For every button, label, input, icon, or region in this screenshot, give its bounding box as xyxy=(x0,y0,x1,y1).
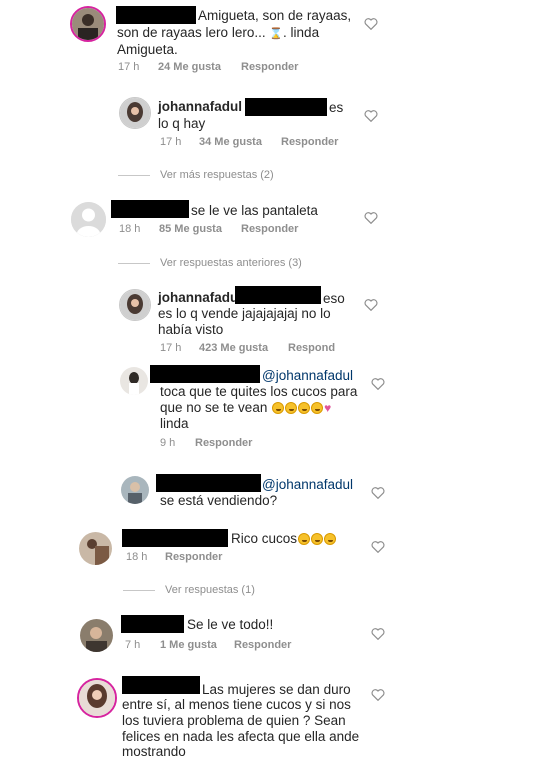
reply-button[interactable]: Responder xyxy=(195,437,252,450)
comment-text: es xyxy=(329,100,344,115)
emoji-icon xyxy=(298,533,311,546)
reply-button[interactable]: Responder xyxy=(165,551,222,564)
avatar[interactable] xyxy=(71,202,106,237)
view-replies[interactable]: Ver respuestas (1) xyxy=(123,584,255,597)
grin-emoji-icon xyxy=(311,402,324,415)
comment-time: 17 h xyxy=(160,136,182,148)
heart-outline-icon[interactable] xyxy=(371,486,385,499)
likes-count[interactable]: 423 Me gusta xyxy=(199,342,268,355)
redacted-username xyxy=(122,529,228,547)
grin-emoji-icon xyxy=(285,402,298,415)
reply-button[interactable]: Responder xyxy=(234,639,291,652)
comment-text: mostrando xyxy=(122,744,186,759)
comment-text: son de rayaas lero lero... ⌛. linda xyxy=(117,25,320,40)
likes-count[interactable]: 34 Me gusta xyxy=(199,136,262,149)
redacted-username xyxy=(121,615,184,633)
comment-text: Amigueta, son de rayaas, xyxy=(198,8,352,23)
username[interactable]: johannafadul xyxy=(158,290,242,306)
comment-text: eso xyxy=(323,291,345,306)
redacted-username xyxy=(111,200,189,218)
comment-text: Amigueta. xyxy=(117,42,178,57)
comment-time: 17 h xyxy=(160,342,182,354)
heart-outline-icon[interactable] xyxy=(364,109,378,122)
redacted-username xyxy=(235,286,321,304)
likes-count[interactable]: 1 Me gusta xyxy=(160,639,217,652)
heart-outline-icon[interactable] xyxy=(371,540,385,553)
heart-emoji-icon: ♥ xyxy=(324,401,332,415)
redacted-username xyxy=(116,6,196,24)
heart-outline-icon[interactable] xyxy=(371,688,385,701)
comment-text: que no se te vean ♥ xyxy=(160,400,332,415)
comment-time: 7 h xyxy=(125,639,141,651)
mention-link[interactable]: @johannafadul xyxy=(262,477,353,493)
comment-time: 17 h xyxy=(118,61,140,73)
redacted-username xyxy=(156,474,261,492)
avatar[interactable] xyxy=(77,678,117,718)
avatar[interactable] xyxy=(119,289,151,321)
avatar[interactable] xyxy=(70,6,106,42)
view-more-replies[interactable]: Ver más respuestas (2) xyxy=(118,169,274,182)
likes-count[interactable]: 85 Me gusta xyxy=(159,223,222,236)
redacted-username xyxy=(122,676,200,694)
comment-text: entre sí, al menos tiene cucos y si nos xyxy=(122,697,351,712)
comment-time: 18 h xyxy=(119,223,141,235)
reply-button[interactable]: Responder xyxy=(241,61,298,74)
comment-time: 18 h xyxy=(126,551,148,563)
redacted-username xyxy=(245,98,327,116)
emoji-icon xyxy=(324,533,337,546)
comment-text: Rico cucos xyxy=(231,531,337,547)
mention-link[interactable]: @johannafadul xyxy=(262,368,353,384)
comment-text: Se le ve todo!! xyxy=(187,617,274,632)
comment-text: los tuviera problema de quien ? Sean xyxy=(122,713,346,728)
reply-button[interactable]: Responder xyxy=(241,223,298,236)
comment-text: felices en nada les afecta que ella ande xyxy=(122,729,360,744)
comment-time: 9 h xyxy=(160,437,176,449)
view-previous-replies[interactable]: Ver respuestas anteriores (3) xyxy=(118,257,302,270)
reply-button[interactable]: Responder xyxy=(281,136,338,149)
grin-emoji-icon xyxy=(298,402,311,415)
heart-outline-icon[interactable] xyxy=(364,298,378,311)
heart-outline-icon[interactable] xyxy=(371,377,385,390)
avatar[interactable] xyxy=(79,532,112,565)
comment-text: se le ve las pantaleta xyxy=(191,203,318,218)
likes-count[interactable]: 24 Me gusta xyxy=(158,61,221,74)
redacted-username xyxy=(150,365,260,383)
avatar[interactable] xyxy=(119,97,151,129)
heart-outline-icon[interactable] xyxy=(364,17,378,30)
heart-outline-icon[interactable] xyxy=(371,627,385,640)
comment-text: toca que te quites los cucos para xyxy=(160,384,358,399)
comment-text: lo q hay xyxy=(158,116,206,131)
username[interactable]: johannafadul xyxy=(158,99,242,115)
avatar[interactable] xyxy=(80,619,113,652)
comment-text: Las mujeres se dan duro xyxy=(202,682,351,697)
comment-text: había visto xyxy=(158,322,224,337)
comment-text: linda xyxy=(160,416,189,431)
avatar[interactable] xyxy=(120,367,148,395)
comment-text: se está vendiendo? xyxy=(160,493,278,508)
grin-emoji-icon xyxy=(272,402,285,415)
reply-button[interactable]: Respond xyxy=(288,342,335,355)
avatar[interactable] xyxy=(121,476,149,504)
emoji-icon xyxy=(311,533,324,546)
comment-text: es lo q vende jajajajajaj no lo xyxy=(158,306,331,321)
heart-outline-icon[interactable] xyxy=(364,211,378,224)
